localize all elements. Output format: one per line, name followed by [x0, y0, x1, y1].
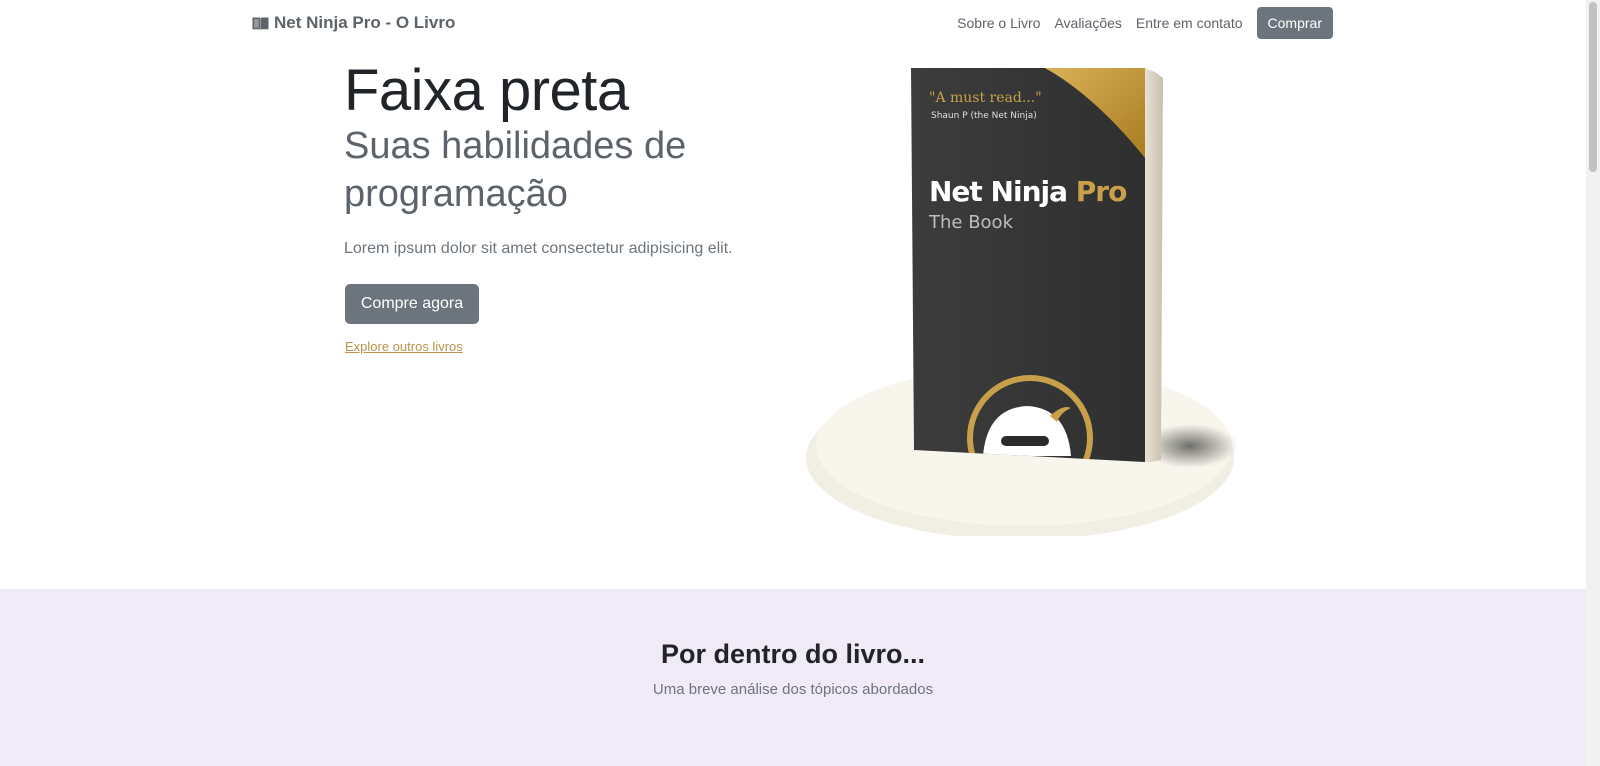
explore-books-link[interactable]: Explore outros livros: [345, 339, 463, 354]
book-subtitle: The Book: [928, 212, 1014, 233]
book-cover: [911, 68, 1145, 462]
hero-section: Faixa preta Suas habilidades de programa…: [0, 48, 1586, 588]
book-illustration: "A must read..." Shaun P (the Net Ninja)…: [805, 56, 1245, 540]
book-icon: [252, 17, 269, 30]
svg-text:Net Ninja Pro: Net Ninja Pro: [929, 175, 1127, 208]
nav-link-reviews[interactable]: Avaliações: [1054, 15, 1121, 31]
nav-link-about[interactable]: Sobre o Livro: [957, 15, 1040, 31]
hero-lead: Lorem ipsum dolor sit amet consectetur a…: [344, 240, 733, 257]
hero-title: Faixa preta: [344, 58, 629, 123]
hero-subtitle: Suas habilidades de programação: [344, 125, 687, 215]
inside-book-section: Por dentro do livro... Uma breve análise…: [0, 589, 1586, 766]
navbar: Net Ninja Pro - O Livro Sobre o Livro Av…: [0, 0, 1586, 48]
brand-text: Net Ninja Pro - O Livro: [274, 13, 456, 32]
book-title-main: Net Ninja: [929, 175, 1067, 208]
book-quote: "A must read...": [929, 90, 1042, 106]
buy-nav-button[interactable]: Comprar: [1256, 7, 1333, 39]
scrollbar-thumb[interactable]: [1589, 2, 1597, 172]
nav-link-contact[interactable]: Entre em contato: [1136, 15, 1243, 31]
inside-subtitle: Uma breve análise dos tópicos abordados: [652, 681, 934, 698]
brand[interactable]: Net Ninja Pro - O Livro: [252, 13, 455, 33]
book-title-accent: Pro: [1076, 175, 1127, 208]
book-quote-author: Shaun P (the Net Ninja): [931, 111, 1037, 121]
buy-now-button[interactable]: Compre agora: [345, 284, 479, 324]
nav-links: Sobre o Livro Avaliações Entre em contat…: [957, 7, 1333, 39]
page-scrollbar[interactable]: [1586, 0, 1600, 766]
inside-title: Por dentro do livro...: [660, 639, 925, 669]
